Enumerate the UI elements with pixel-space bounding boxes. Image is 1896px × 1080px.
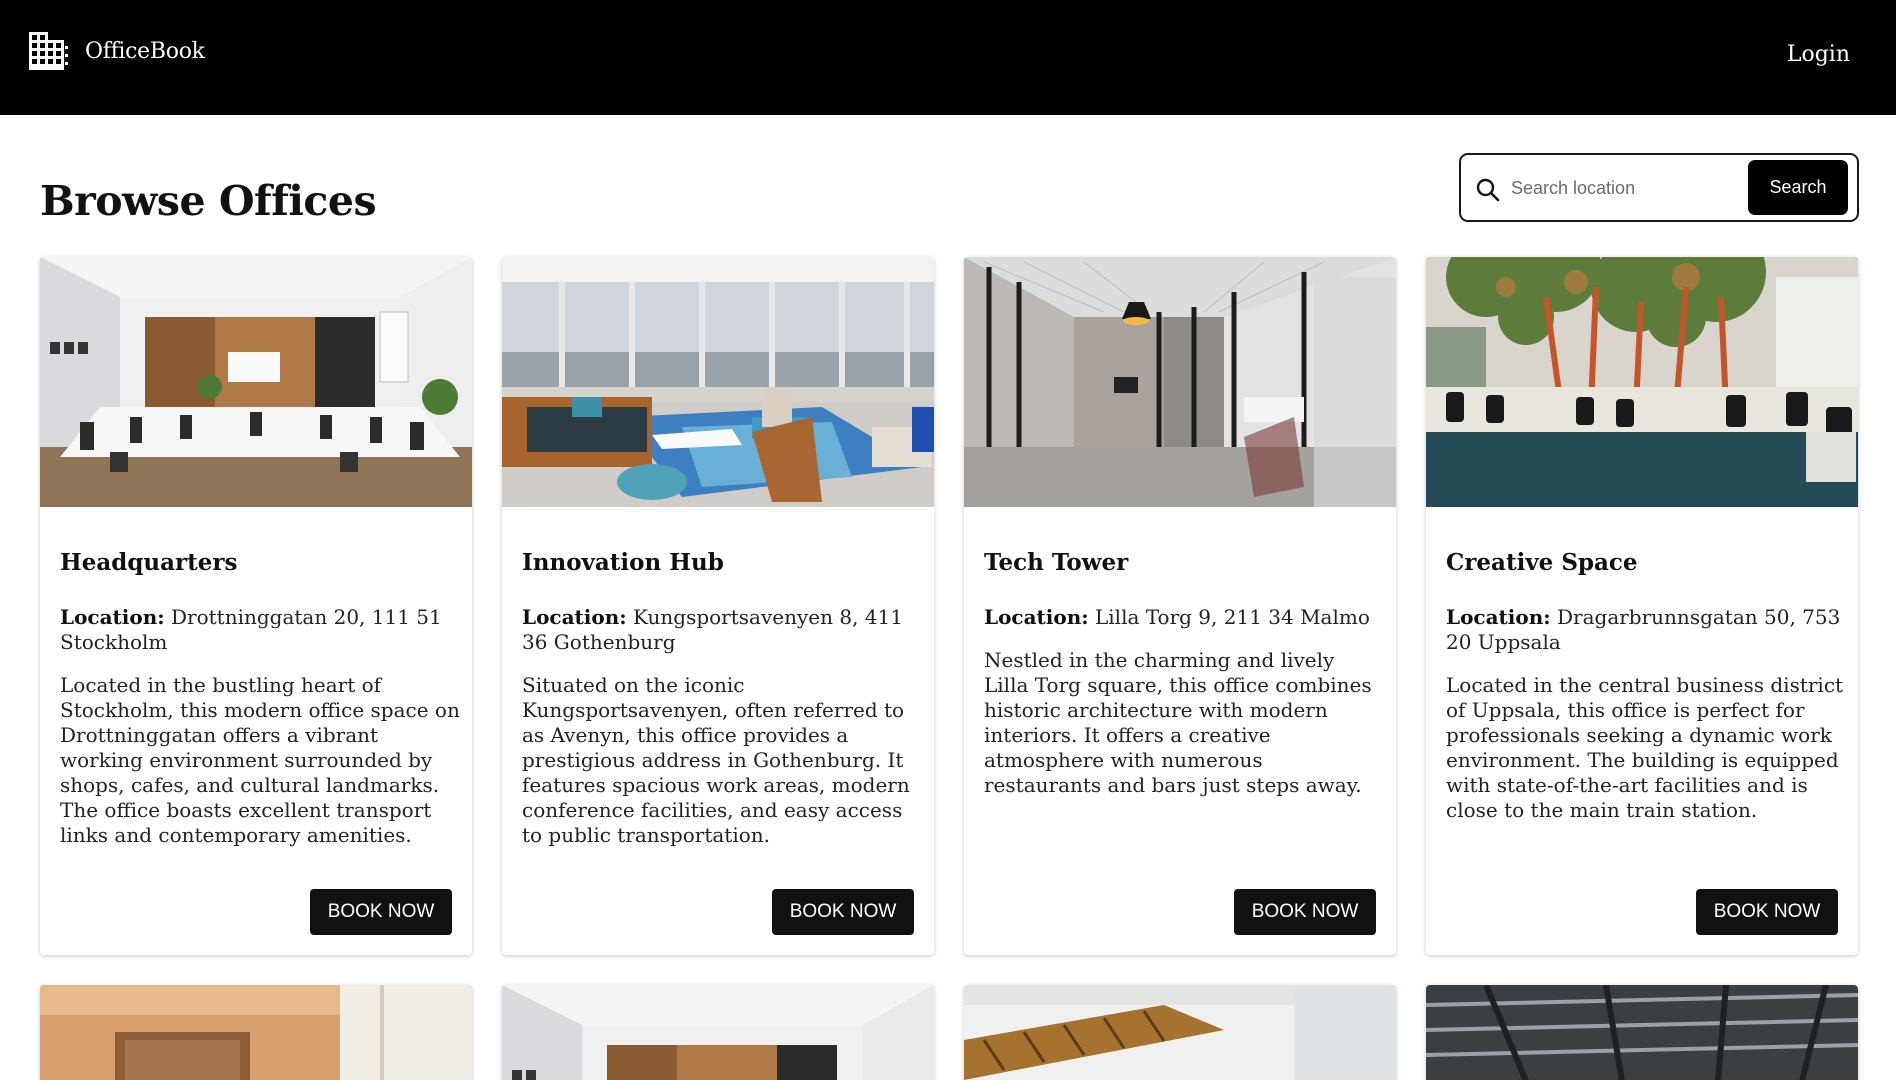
office-card: Creative Space Location: Dragarbrunnsgat… (1426, 257, 1858, 955)
search-button[interactable]: Search (1748, 160, 1848, 215)
office-location: Location: Kungsportsavenyen 8, 411 36 Go… (522, 605, 918, 655)
book-now-button[interactable]: BOOK NOW (772, 889, 914, 935)
office-location: Location: Lilla Torg 9, 211 34 Malmo (984, 605, 1380, 630)
page-title: Browse Offices (40, 177, 377, 225)
location-label: Location: (984, 605, 1089, 629)
office-building-icon (29, 32, 71, 70)
office-photo (40, 257, 472, 507)
office-card (502, 985, 934, 1080)
office-description: Located in the central business district… (1446, 673, 1844, 822)
office-location: Location: Dragarbrunnsgatan 50, 753 20 U… (1446, 605, 1842, 655)
office-photo (964, 985, 1396, 1080)
office-card: Headquarters Location: Drottninggatan 20… (40, 257, 472, 955)
office-photo (502, 985, 934, 1080)
book-now-button[interactable]: BOOK NOW (1234, 889, 1376, 935)
office-photo (964, 257, 1396, 507)
office-name: Creative Space (1446, 549, 1638, 576)
brand-name: OfficeBook (85, 38, 205, 64)
location-label: Location: (522, 605, 627, 629)
office-card: Tech Tower Location: Lilla Torg 9, 211 3… (964, 257, 1396, 955)
office-location: Location: Drottninggatan 20, 111 51 Stoc… (60, 605, 456, 655)
office-name: Headquarters (60, 549, 238, 576)
office-photo (1426, 257, 1858, 507)
location-label: Location: (60, 605, 165, 629)
office-photo (502, 257, 934, 507)
office-description: Located in the bustling heart of Stockho… (60, 673, 460, 847)
office-card (40, 985, 472, 1080)
office-description: Situated on the iconic Kungsportsavenyen… (522, 673, 910, 847)
office-name: Tech Tower (984, 549, 1129, 576)
office-card: Innovation Hub Location: Kungsportsaveny… (502, 257, 934, 955)
search-icon (1476, 178, 1500, 202)
office-description: Nestled in the charming and lively Lilla… (984, 648, 1372, 797)
office-photo (1426, 985, 1858, 1080)
top-navbar: OfficeBook Login (0, 0, 1896, 115)
office-card (964, 985, 1396, 1080)
book-now-button[interactable]: BOOK NOW (310, 889, 452, 935)
book-now-button[interactable]: BOOK NOW (1696, 889, 1838, 935)
location-label: Location: (1446, 605, 1551, 629)
office-photo (40, 985, 472, 1080)
search-input[interactable] (1511, 167, 1741, 209)
brand[interactable]: OfficeBook (29, 32, 205, 70)
location-value: Lilla Torg 9, 211 34 Malmo (1095, 605, 1370, 629)
location-search: Search (1459, 153, 1859, 222)
office-name: Innovation Hub (522, 549, 724, 576)
office-card (1426, 985, 1858, 1080)
login-link[interactable]: Login (1787, 42, 1850, 67)
